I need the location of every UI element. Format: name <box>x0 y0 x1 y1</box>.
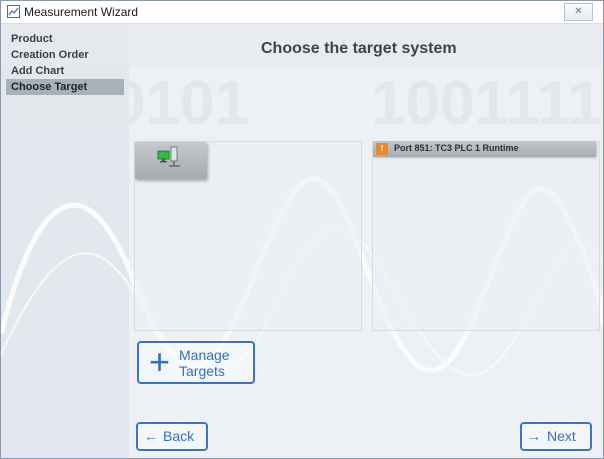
plus-icon: + <box>149 341 171 382</box>
arrow-left-icon: ← <box>144 428 158 444</box>
window-title: Measurement Wizard <box>24 5 139 19</box>
local-system-tile[interactable] <box>135 142 207 179</box>
close-icon: ✕ <box>574 6 583 17</box>
port-851-item[interactable]: ! Port 851: TC3 PLC 1 Runtime <box>373 141 596 157</box>
page-title: Choose the target system <box>261 40 457 57</box>
step-add-chart[interactable]: Add Chart <box>6 63 124 79</box>
chart-app-icon <box>7 5 20 18</box>
arrow-right-icon: → <box>527 428 541 444</box>
manage-targets-line2: Targets <box>179 363 225 379</box>
plc-runtime-icon: ! <box>376 143 388 155</box>
svg-text:10011110: 10011110 <box>371 69 603 138</box>
wizard-steps: Product Creation Order Add Chart Choose … <box>6 31 124 95</box>
manage-targets-label: Manage Targets <box>179 347 230 379</box>
step-creation-order[interactable]: Creation Order <box>6 47 124 63</box>
wizard-window: Measurement Wizard ✕ 0110101 10011110 Pr… <box>0 0 604 459</box>
manage-targets-line1: Manage <box>179 347 230 363</box>
manage-targets-button[interactable]: + Manage Targets <box>137 341 255 384</box>
step-product[interactable]: Product <box>6 31 124 47</box>
close-button[interactable]: ✕ <box>564 3 593 21</box>
next-label: Next <box>547 428 576 444</box>
computer-network-icon <box>157 146 180 167</box>
back-button[interactable]: ← Back <box>136 422 208 451</box>
port-label: Port 851: TC3 PLC 1 Runtime <box>394 143 519 153</box>
back-label: Back <box>163 428 195 444</box>
ports-panel <box>372 141 600 331</box>
next-button[interactable]: → Next <box>520 422 592 451</box>
step-choose-target[interactable]: Choose Target <box>6 79 124 95</box>
title-bar: Measurement Wizard ✕ <box>1 1 603 24</box>
